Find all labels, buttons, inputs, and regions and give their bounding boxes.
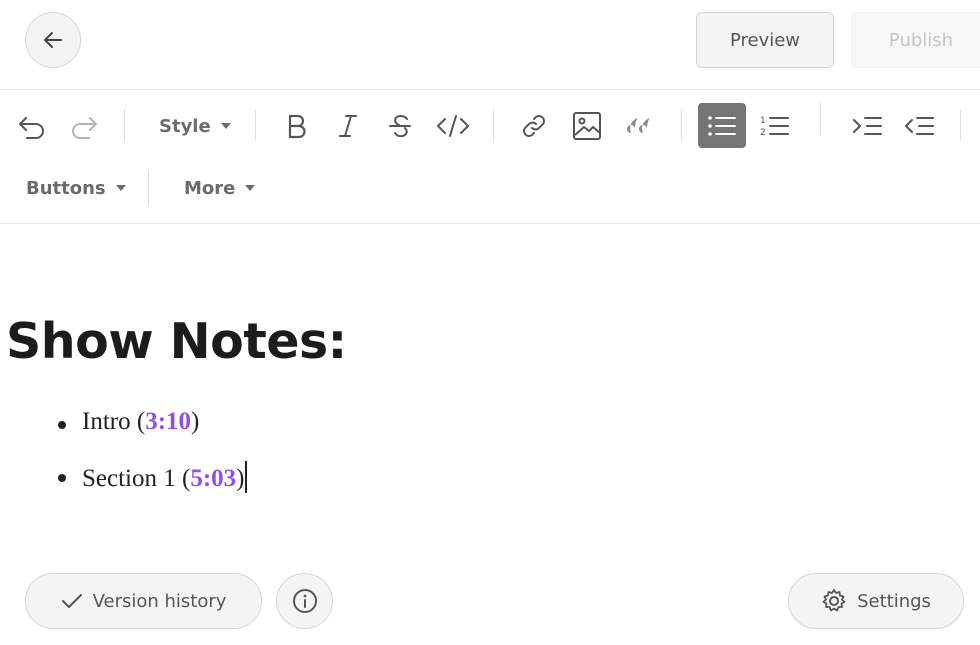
formatting-toolbar: Style 1 2 Buttons More	[0, 91, 980, 224]
text-cursor	[245, 461, 247, 493]
back-button[interactable]	[25, 12, 81, 68]
toolbar-separator	[820, 103, 821, 135]
toolbar-separator	[148, 171, 149, 205]
toolbar-separator	[124, 109, 125, 141]
toolbar-separator	[255, 109, 256, 141]
check-icon	[61, 594, 82, 608]
image-icon	[573, 112, 601, 140]
strikethrough-icon	[389, 115, 411, 138]
quote-button[interactable]	[622, 107, 658, 145]
list-item-text: Intro	[82, 408, 131, 435]
svg-text:2: 2	[760, 128, 766, 138]
bullet-list-icon	[708, 115, 736, 136]
caret-down-icon	[115, 185, 126, 191]
settings-label: Settings	[857, 590, 931, 612]
toolbar-separator	[681, 109, 682, 141]
more-dropdown-label: More	[184, 177, 236, 199]
publish-button[interactable]: Publish	[851, 12, 980, 68]
strikethrough-button[interactable]	[382, 107, 418, 145]
info-icon	[292, 589, 317, 613]
version-history-label: Version history	[92, 590, 227, 612]
undo-icon	[19, 117, 44, 139]
italic-icon	[339, 115, 357, 137]
numbered-list-button[interactable]: 1 2	[756, 107, 794, 145]
buttons-dropdown[interactable]: Buttons	[26, 175, 126, 201]
undo-button[interactable]	[14, 109, 50, 145]
bullet-list: Intro (3:10) Section 1 (5:03)	[56, 408, 247, 514]
buttons-dropdown-label: Buttons	[26, 177, 106, 199]
bold-button[interactable]	[278, 107, 314, 145]
redo-icon	[72, 117, 97, 139]
more-dropdown[interactable]: More	[184, 175, 256, 201]
document-heading[interactable]: Show Notes:	[6, 313, 347, 370]
style-dropdown-label: Style	[159, 115, 211, 137]
gear-icon	[822, 589, 846, 612]
link-icon	[523, 115, 545, 137]
bold-icon	[288, 114, 306, 139]
list-item[interactable]: Section 1 (5:03)	[56, 461, 247, 514]
caret-down-icon	[245, 185, 256, 191]
link-button[interactable]	[516, 107, 552, 145]
quote-icon	[627, 118, 650, 133]
bullet-list-button[interactable]	[698, 103, 746, 148]
toolbar-separator	[960, 109, 961, 141]
version-history-button[interactable]: Version history	[25, 573, 262, 629]
timestamp-link[interactable]: 5:03	[190, 465, 236, 492]
arrow-left-icon	[44, 32, 62, 48]
caret-down-icon	[220, 123, 231, 129]
list-item-text: Section 1	[82, 465, 176, 492]
preview-button[interactable]: Preview	[696, 12, 834, 68]
settings-button[interactable]: Settings	[788, 573, 964, 629]
info-button[interactable]	[276, 573, 333, 629]
outdent-icon	[905, 117, 934, 135]
image-button[interactable]	[568, 107, 606, 145]
code-icon	[437, 115, 469, 137]
svg-text:1: 1	[760, 116, 766, 126]
code-button[interactable]	[434, 107, 472, 145]
redo-button[interactable]	[66, 109, 102, 145]
style-dropdown[interactable]: Style	[159, 113, 231, 139]
timestamp-link[interactable]: 3:10	[145, 408, 191, 435]
indent-icon	[853, 117, 882, 135]
outdent-button[interactable]	[900, 107, 938, 145]
italic-button[interactable]	[330, 107, 366, 145]
list-item[interactable]: Intro (3:10)	[56, 408, 247, 461]
indent-button[interactable]	[848, 107, 886, 145]
numbered-list-icon: 1 2	[760, 116, 789, 138]
top-bar: Preview Publish	[0, 0, 980, 90]
editor-canvas[interactable]: Show Notes: Intro (3:10) Section 1 (5:03…	[0, 225, 980, 555]
toolbar-separator	[493, 109, 494, 141]
